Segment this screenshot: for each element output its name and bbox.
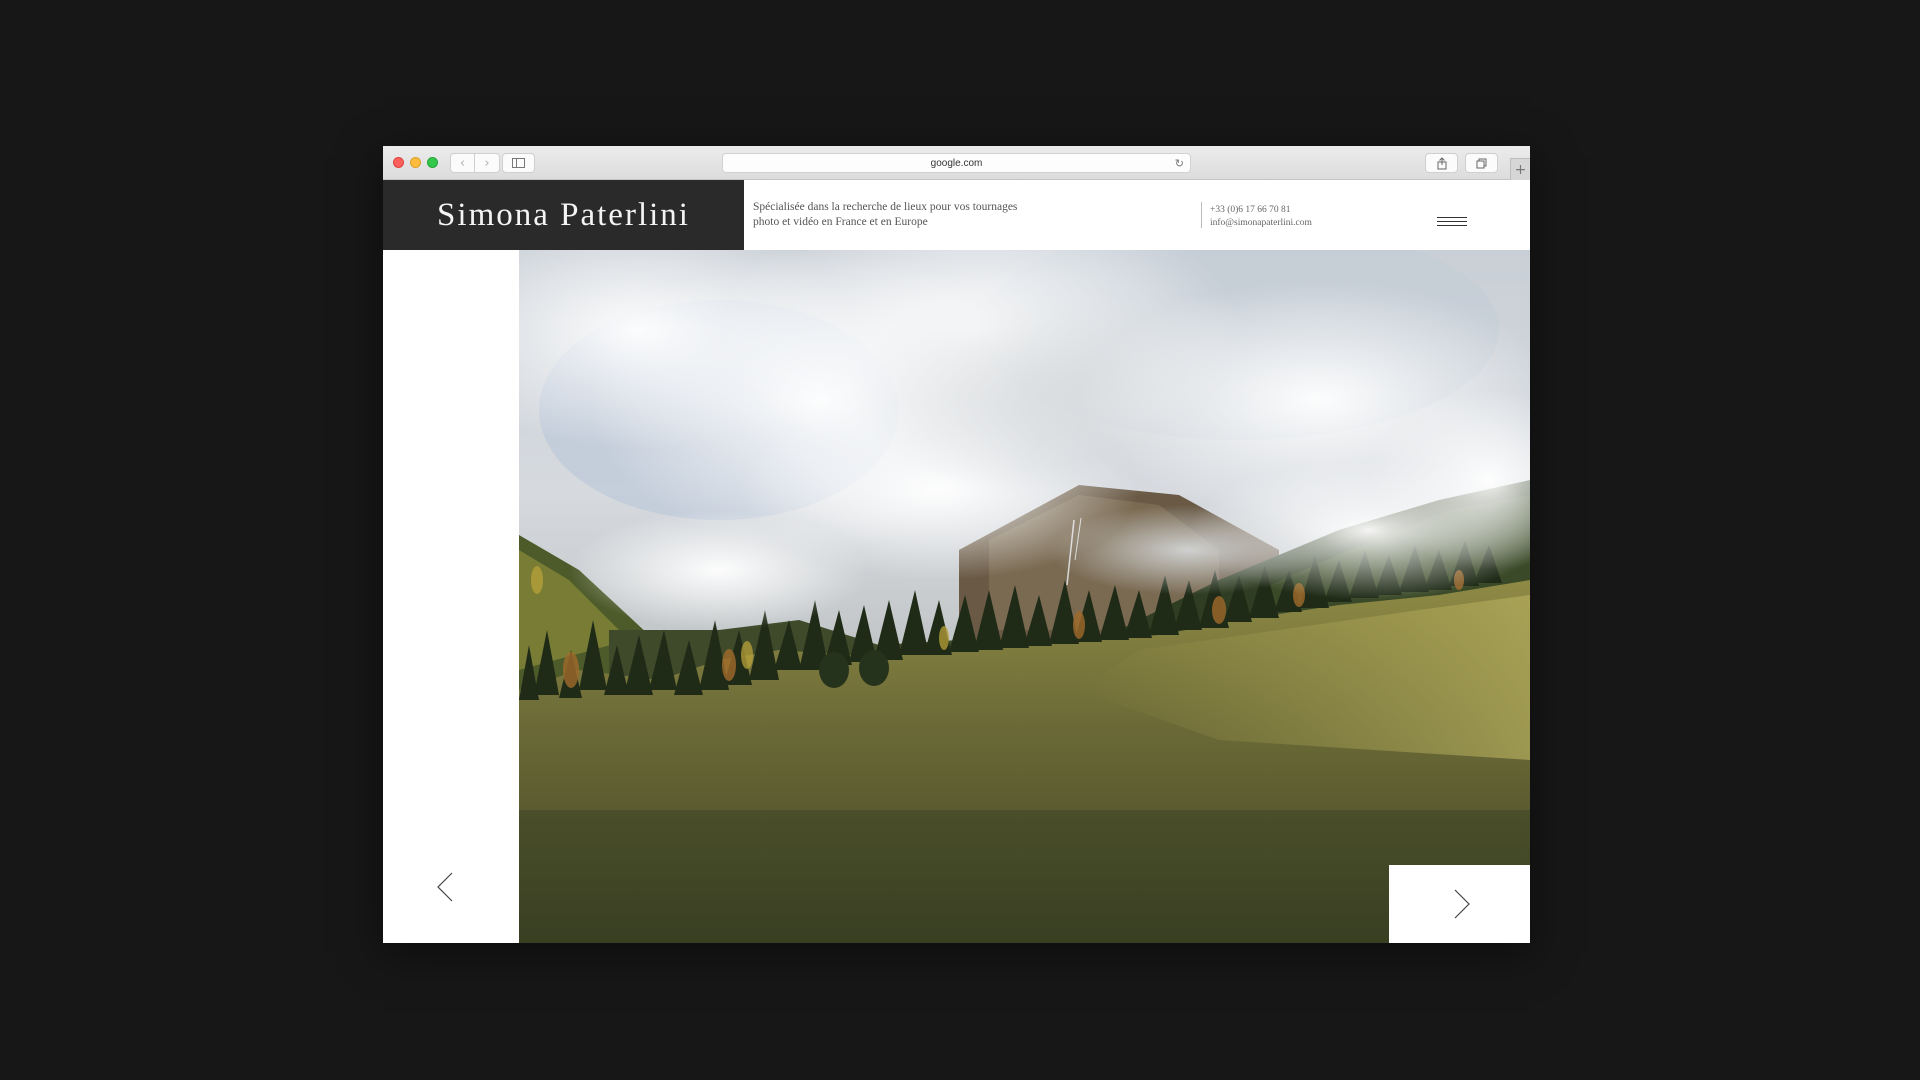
share-icon <box>1437 156 1446 169</box>
arrow-left-icon[interactable] <box>432 867 462 907</box>
site-header: Simona Paterlini Spécialisée dans la rec… <box>383 180 1530 250</box>
tabs-overview-button[interactable] <box>1465 153 1498 173</box>
address-url: google.com <box>930 157 983 169</box>
email-link[interactable]: info@simonapaterlini.com <box>1210 217 1312 230</box>
address-bar[interactable]: google.com ↻ <box>722 153 1191 173</box>
sidebar-toggle-button[interactable] <box>502 153 535 173</box>
arrow-right-icon <box>1454 889 1470 919</box>
hamburger-menu-icon[interactable] <box>1437 217 1467 228</box>
sidebar-icon <box>512 158 525 168</box>
landscape-photo <box>519 250 1530 943</box>
contact-divider <box>1201 202 1202 228</box>
brand-block[interactable]: Simona Paterlini <box>383 180 744 250</box>
back-button[interactable]: ‹ <box>450 153 475 173</box>
next-slide-button[interactable] <box>1389 865 1530 943</box>
browser-toolbar: ‹ › google.com ↻ + <box>383 146 1530 180</box>
forward-button[interactable]: › <box>475 153 500 173</box>
phone-link[interactable]: +33 (0)6 17 66 70 81 <box>1210 204 1312 217</box>
plus-icon: + <box>1514 161 1527 178</box>
reload-icon[interactable]: ↻ <box>1175 157 1184 170</box>
chevron-left-icon: ‹ <box>459 155 466 171</box>
new-tab-button[interactable]: + <box>1510 158 1530 180</box>
minimize-window-button[interactable] <box>410 157 421 168</box>
hero-image <box>519 250 1530 943</box>
tagline-line: photo et vidéo en France et en Europe <box>753 216 928 228</box>
tabs-overview-icon <box>1476 158 1486 168</box>
history-nav: ‹ › <box>450 153 500 173</box>
close-window-button[interactable] <box>393 157 404 168</box>
browser-window: ‹ › google.com ↻ + Simona Paterlini Spéc… <box>383 146 1530 943</box>
zoom-window-button[interactable] <box>427 157 438 168</box>
contact-info: +33 (0)6 17 66 70 81 info@simonapaterlin… <box>1210 204 1312 230</box>
chevron-right-icon: › <box>484 155 490 171</box>
slider-left-column <box>383 250 519 943</box>
tagline: Spécialisée dans la recherche de lieux p… <box>753 200 1017 230</box>
tagline-line: Spécialisée dans la recherche de lieux p… <box>753 201 1018 213</box>
share-button[interactable] <box>1425 153 1458 173</box>
brand-name: Simona Paterlini <box>437 196 690 233</box>
